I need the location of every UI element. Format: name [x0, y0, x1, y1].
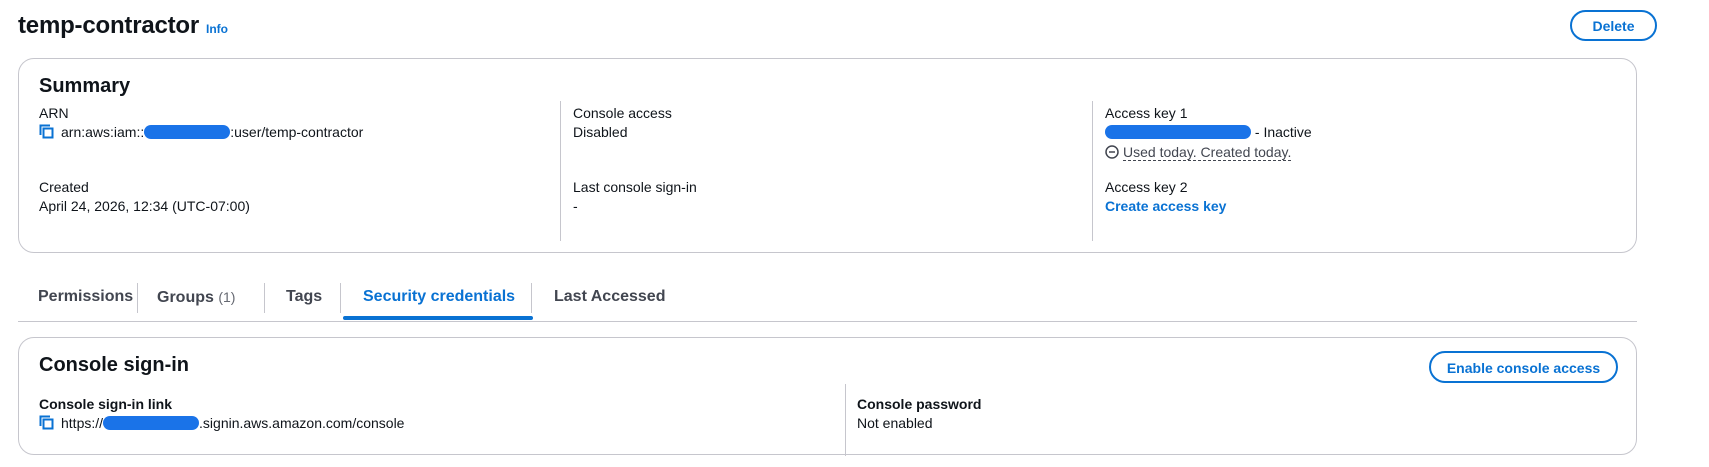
console-password-field: Console password Not enabled	[845, 384, 1557, 456]
tab-label: Permissions	[38, 288, 134, 305]
access-key-2-label: Access key 2	[1105, 179, 1188, 195]
access-key-1-usage-text[interactable]: Used today. Created today.	[1123, 144, 1292, 161]
tab-divider	[264, 283, 265, 313]
summary-column-1: ARN arn:aws:iam:::user/temp-contractor C…	[39, 101, 559, 241]
delete-button[interactable]: Delete	[1570, 10, 1657, 41]
arn-value: arn:aws:iam:::user/temp-contractor	[39, 124, 363, 140]
redacted-account-id	[144, 125, 231, 139]
redacted-account-alias	[103, 416, 200, 430]
page-header: temp-contractor Info Delete	[18, 10, 1657, 44]
copy-icon[interactable]	[39, 124, 55, 140]
tab-permissions[interactable]: Permissions	[38, 275, 133, 321]
console-access-field: Console access Disabled	[573, 105, 672, 140]
status-negative-icon	[1105, 145, 1119, 159]
tab-groups[interactable]: Groups (1)	[157, 275, 235, 321]
last-console-signin-field: Last console sign-in -	[573, 179, 697, 214]
last-console-signin-value: -	[573, 198, 578, 214]
enable-console-access-button[interactable]: Enable console access	[1429, 351, 1618, 383]
tab-bar: Permissions Groups (1) Tags Security cre…	[18, 275, 1637, 322]
tab-label: Security credentials	[363, 288, 516, 305]
tab-label: Tags	[286, 288, 323, 305]
console-signin-link-label: Console sign-in link	[39, 396, 173, 412]
arn-label: ARN	[39, 105, 69, 121]
link-suffix: .signin.aws.amazon.com/console	[199, 415, 405, 431]
tab-label: Last Accessed	[554, 288, 666, 305]
tab-label: Groups	[157, 289, 214, 306]
summary-title: Summary	[39, 75, 131, 97]
tab-tags[interactable]: Tags	[286, 275, 322, 321]
summary-card: Summary ARN arn:aws:iam:::user/temp-cont…	[18, 58, 1637, 253]
created-field: Created April 24, 2026, 12:34 (UTC-07:00…	[39, 179, 250, 214]
groups-count: (1)	[218, 289, 236, 305]
access-key-2-field: Access key 2 Create access key	[1105, 179, 1226, 214]
last-console-signin-label: Last console sign-in	[573, 179, 697, 195]
console-password-value: Not enabled	[857, 415, 933, 431]
created-label: Created	[39, 179, 89, 195]
console-signin-card: Console sign-in Enable console access Co…	[18, 337, 1637, 456]
redacted-access-key-id	[1105, 125, 1251, 139]
console-access-label: Console access	[573, 105, 672, 121]
tab-divider	[137, 283, 138, 313]
access-key-2-value: Create access key	[1105, 198, 1226, 214]
tab-security-credentials[interactable]: Security credentials	[363, 275, 515, 321]
console-signin-title: Console sign-in	[39, 354, 189, 376]
tab-last-accessed[interactable]: Last Accessed	[554, 275, 665, 321]
access-key-1-status: - Inactive	[1251, 124, 1312, 140]
tab-divider	[340, 283, 341, 313]
console-access-value: Disabled	[573, 124, 628, 140]
create-access-key-link[interactable]: Create access key	[1105, 198, 1226, 214]
access-key-1-usage: Used today. Created today.	[1105, 144, 1312, 161]
access-key-1-label: Access key 1	[1105, 105, 1188, 121]
access-key-1-value: - Inactive	[1105, 124, 1312, 140]
summary-column-3: Access key 1 - Inactive Used today. Crea…	[1092, 101, 1624, 241]
page-title: temp-contractor	[18, 12, 200, 39]
arn-prefix: arn:aws:iam::	[61, 124, 145, 140]
copy-icon[interactable]	[39, 415, 55, 431]
arn-suffix: :user/temp-contractor	[230, 124, 364, 140]
access-key-1-field: Access key 1 - Inactive Used today. Crea…	[1105, 105, 1312, 161]
iam-user-page: temp-contractor Info Delete Summary ARN …	[0, 0, 1709, 467]
console-signin-link-value: https:// .signin.aws.amazon.com/console	[39, 415, 839, 431]
created-value: April 24, 2026, 12:34 (UTC-07:00)	[39, 198, 250, 214]
link-prefix: https://	[61, 415, 104, 431]
info-link[interactable]: Info	[206, 22, 228, 36]
arn-field: ARN arn:aws:iam:::user/temp-contractor	[39, 105, 363, 140]
summary-column-2: Console access Disabled Last console sig…	[560, 101, 1092, 241]
active-tab-indicator	[343, 316, 533, 320]
console-password-label: Console password	[857, 396, 982, 412]
tab-divider	[531, 283, 532, 313]
console-signin-link-field: Console sign-in link https:// .signin.aws…	[39, 396, 839, 431]
